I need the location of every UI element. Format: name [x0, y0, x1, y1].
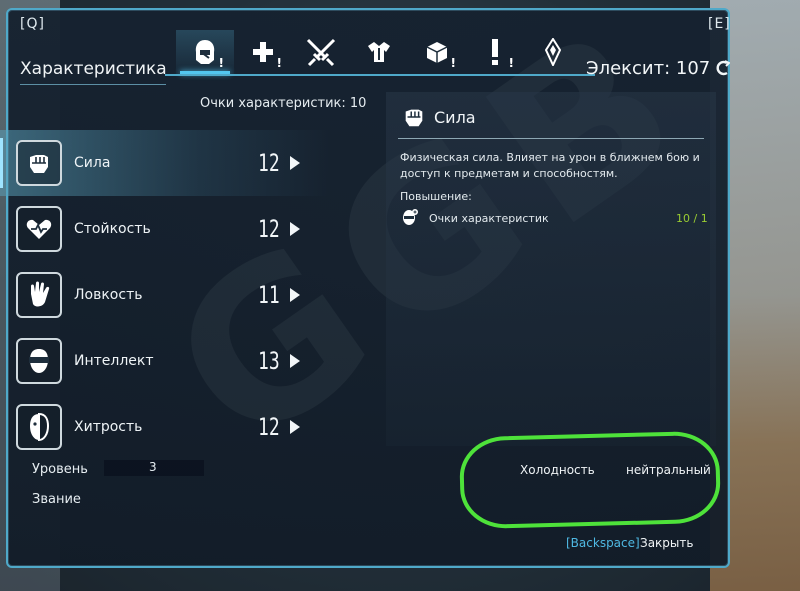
stat-list: Сила 12 Стойкость 12 Ловкость 11 Интелле…	[0, 130, 330, 460]
rank-label: Звание	[32, 492, 81, 507]
stat-value: 11	[258, 281, 280, 309]
stat-row-agility[interactable]: Ловкость 11	[0, 262, 330, 328]
attribute-points: Очки характеристик: 10	[200, 96, 367, 111]
armor-icon	[368, 42, 390, 62]
tab-health[interactable]: !	[234, 30, 292, 74]
level-label: Уровень	[32, 462, 88, 477]
stat-label: Хитрость	[74, 419, 143, 435]
tab-weapons[interactable]	[292, 30, 350, 74]
cube-icon	[426, 42, 448, 63]
stat-label: Сила	[74, 155, 111, 171]
requirement-label: Очки характеристик	[429, 212, 549, 225]
increase-arrow-icon[interactable]	[290, 156, 300, 170]
fist-icon	[405, 109, 423, 127]
stat-row-endurance[interactable]: Стойкость 12	[0, 196, 330, 262]
tab-map[interactable]	[524, 30, 582, 74]
heart-shield-icon	[16, 206, 62, 252]
next-tab-key[interactable]: [E]	[708, 16, 731, 32]
tab-underline	[165, 74, 595, 76]
elexit-label: Элексит: 107	[586, 58, 711, 79]
requirements-heading: Повышение:	[400, 190, 472, 203]
plus-icon	[253, 42, 273, 62]
hand-icon	[16, 272, 62, 318]
tab-quests-badge: !	[508, 56, 514, 70]
highlight-circle	[458, 430, 722, 530]
tab-quests[interactable]: !	[466, 30, 524, 74]
stat-value: 12	[258, 413, 280, 441]
increase-arrow-icon[interactable]	[290, 288, 300, 302]
tab-character[interactable]: !	[176, 30, 234, 74]
head-visor-icon	[16, 338, 62, 384]
close-key-hint[interactable]: [Backspace]	[566, 536, 640, 550]
prev-tab-key[interactable]: [Q]	[20, 16, 45, 32]
increase-arrow-icon[interactable]	[290, 354, 300, 368]
stat-value: 12	[258, 149, 280, 177]
detail-divider	[398, 138, 704, 139]
detail-panel	[386, 92, 716, 446]
exclamation-icon	[492, 39, 498, 65]
requirement-value: 10 / 1	[676, 212, 708, 225]
tab-bar: ! ! ! !	[176, 30, 582, 74]
tab-items[interactable]: !	[408, 30, 466, 74]
stat-label: Стойкость	[74, 221, 151, 237]
elexit-currency-icon	[716, 60, 731, 76]
close-button[interactable]: Закрыть	[640, 536, 693, 550]
tab-health-badge: !	[276, 56, 282, 70]
tab-armor[interactable]	[350, 30, 408, 74]
page-title: Характеристика	[20, 59, 167, 79]
hooded-head-icon	[195, 40, 215, 64]
increase-arrow-icon[interactable]	[290, 420, 300, 434]
stat-value: 13	[258, 347, 280, 375]
stat-label: Ловкость	[74, 287, 143, 303]
stat-row-strength[interactable]: Сила 12	[0, 130, 330, 196]
attribute-points-icon	[403, 209, 418, 225]
fist-icon	[16, 140, 62, 186]
two-face-icon	[16, 404, 62, 450]
elexit-counter: Элексит: 107	[586, 58, 731, 79]
crossed-swords-icon	[306, 38, 336, 67]
tab-character-badge: !	[218, 56, 224, 70]
crystal-icon	[545, 38, 561, 66]
stat-row-cunning[interactable]: Хитрость 12	[0, 394, 330, 460]
stat-label: Интеллект	[74, 353, 154, 369]
detail-description: Физическая сила. Влияет на урон в ближне…	[400, 151, 700, 180]
tab-items-badge: !	[450, 56, 456, 70]
stat-value: 12	[258, 215, 280, 243]
title-divider	[20, 84, 166, 85]
increase-arrow-icon[interactable]	[290, 222, 300, 236]
detail-title: Сила	[434, 108, 476, 127]
stat-row-intellect[interactable]: Интеллект 13	[0, 328, 330, 394]
level-value: 3	[149, 460, 157, 474]
